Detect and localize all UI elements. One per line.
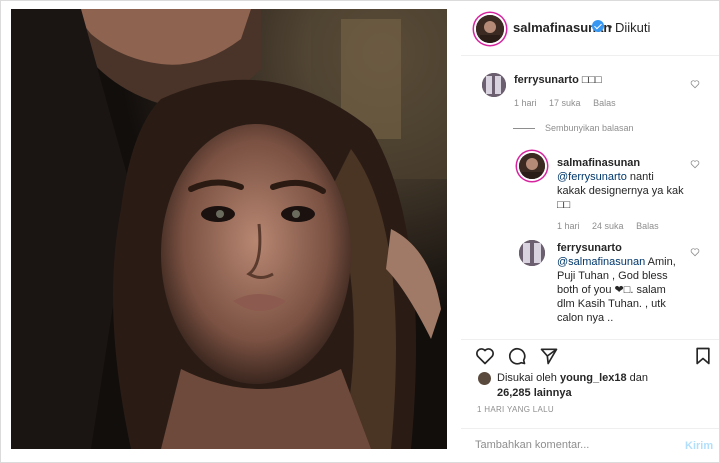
post-header: salmafinasunan • Diikuti: [461, 1, 719, 56]
comment-bubble-icon[interactable]: [507, 346, 527, 366]
reply-body-line3: □□: [557, 199, 571, 211]
reply-like-heart-icon[interactable]: [690, 247, 700, 257]
share-send-icon[interactable]: [539, 346, 559, 366]
reply-likes[interactable]: 24 suka: [592, 221, 624, 231]
comment-likes[interactable]: 17 suka: [549, 98, 581, 108]
post-comment-button[interactable]: Kirim: [685, 440, 713, 452]
photo-illustration: [11, 9, 447, 449]
reply-body-line3: both of you ❤□. salam: [557, 284, 666, 296]
hide-replies-line: [513, 128, 535, 129]
add-comment-bar: Kirim: [461, 428, 719, 463]
comment-input[interactable]: [475, 439, 665, 451]
reply-text: ferrysunarto @salmafinasunan Amin, Puji …: [557, 241, 692, 325]
reply-body-line2: Puji Tuhan , God bless: [557, 270, 668, 282]
verified-badge-icon: [592, 20, 604, 32]
liked-by-prefix: Disukai oleh: [497, 372, 560, 384]
reply-text: salmafinasunan @ferrysunarto nanti kakak…: [557, 156, 692, 212]
reply-reply-button[interactable]: Balas: [636, 221, 659, 231]
comment-reply-button[interactable]: Balas: [593, 98, 616, 108]
commenter-avatar[interactable]: [482, 73, 506, 97]
comment-meta: 1 hari 17 suka Balas: [514, 98, 626, 108]
post-timestamp[interactable]: 1 HARI YANG LALU: [477, 405, 554, 414]
liked-by: Disukai oleh young_lex18 dan 26,285 lain…: [478, 371, 649, 401]
reply-time: 1 hari: [557, 221, 580, 231]
comment-body: □□□: [581, 74, 602, 86]
reply-body-line1: nanti: [626, 171, 654, 183]
comment-username[interactable]: ferrysunarto: [514, 74, 579, 86]
comment-time: 1 hari: [514, 98, 537, 108]
reply-meta: 1 hari 24 suka Balas: [557, 221, 669, 231]
reply-avatar[interactable]: [519, 153, 545, 179]
reply-body-line1: Amin,: [645, 256, 676, 268]
post-photo[interactable]: [11, 9, 447, 449]
reply-username[interactable]: ferrysunarto: [557, 242, 622, 254]
reply-mention[interactable]: @salmafinasunan: [557, 256, 645, 268]
reply-body-line5: calon nya ..: [557, 312, 614, 324]
like-heart-icon[interactable]: [475, 346, 495, 366]
follow-status-button[interactable]: Diikuti: [615, 20, 650, 35]
liker-avatar[interactable]: [478, 372, 491, 385]
likes-count[interactable]: 26,285 lainnya: [497, 387, 572, 399]
comment-like-heart-icon[interactable]: [690, 79, 700, 89]
reply-mention[interactable]: @ferrysunarto: [557, 171, 627, 183]
liked-by-user[interactable]: young_lex18: [560, 372, 627, 384]
reply-avatar[interactable]: [519, 240, 545, 266]
reply-like-heart-icon[interactable]: [690, 159, 700, 169]
liked-by-suffix: dan: [626, 372, 649, 384]
bookmark-icon[interactable]: [693, 346, 713, 366]
separator-dot: •: [608, 20, 613, 34]
author-avatar[interactable]: [476, 15, 504, 43]
post-actions: Disukai oleh young_lex18 dan 26,285 lain…: [461, 339, 719, 463]
post-dialog: salmafinasunan • Diikuti ferrysunarto □□…: [0, 0, 720, 463]
hide-replies-button[interactable]: Sembunyikan balasan: [545, 123, 634, 133]
comment-text: ferrysunarto □□□: [514, 73, 602, 87]
reply-body-line2: kakak designernya ya kak: [557, 185, 684, 197]
reply-body-line4: dlm Kasih Tuhan. , utk: [557, 298, 666, 310]
post-side-panel: salmafinasunan • Diikuti ferrysunarto □□…: [461, 1, 720, 463]
reply-username[interactable]: salmafinasunan: [557, 157, 640, 169]
